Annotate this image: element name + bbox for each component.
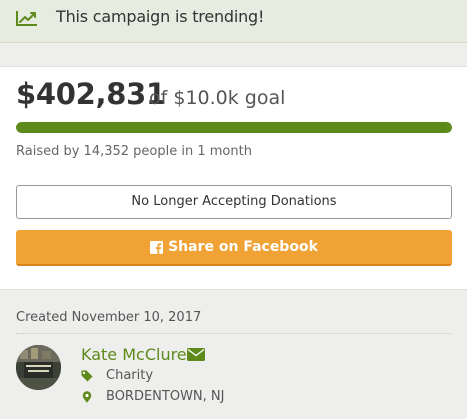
trending-text: This campaign is trending! <box>56 7 265 26</box>
progress-bar <box>16 122 452 133</box>
category-text: Charity <box>106 368 154 383</box>
envelope-icon[interactable] <box>187 348 205 361</box>
created-date: Created November 10, 2017 <box>16 310 202 325</box>
divider <box>16 333 452 334</box>
tag-icon <box>81 370 93 382</box>
goal-text: of $10.0k goal <box>149 87 286 109</box>
share-on-facebook-label: Share on Facebook <box>168 239 318 255</box>
no-longer-accepting-donations-button[interactable]: No Longer Accepting Donations <box>16 185 452 219</box>
amount-raised: $402,831 <box>16 77 166 111</box>
trending-up-icon <box>16 11 37 26</box>
progress-card: $402,831 of $10.0k goal Raised by 14,352… <box>0 66 467 290</box>
share-on-facebook-button[interactable]: Share on Facebook <box>16 230 452 266</box>
map-marker-icon <box>82 391 92 403</box>
facebook-icon <box>150 240 164 254</box>
organizer-name[interactable]: Kate McClure <box>81 345 187 364</box>
progress-bar-fill <box>16 122 452 133</box>
avatar-image <box>16 345 61 390</box>
avatar[interactable] <box>16 345 61 390</box>
raised-by-text: Raised by 14,352 people in 1 month <box>16 144 252 159</box>
location-text: BORDENTOWN, NJ <box>106 389 225 404</box>
trending-banner: This campaign is trending! <box>0 0 467 43</box>
